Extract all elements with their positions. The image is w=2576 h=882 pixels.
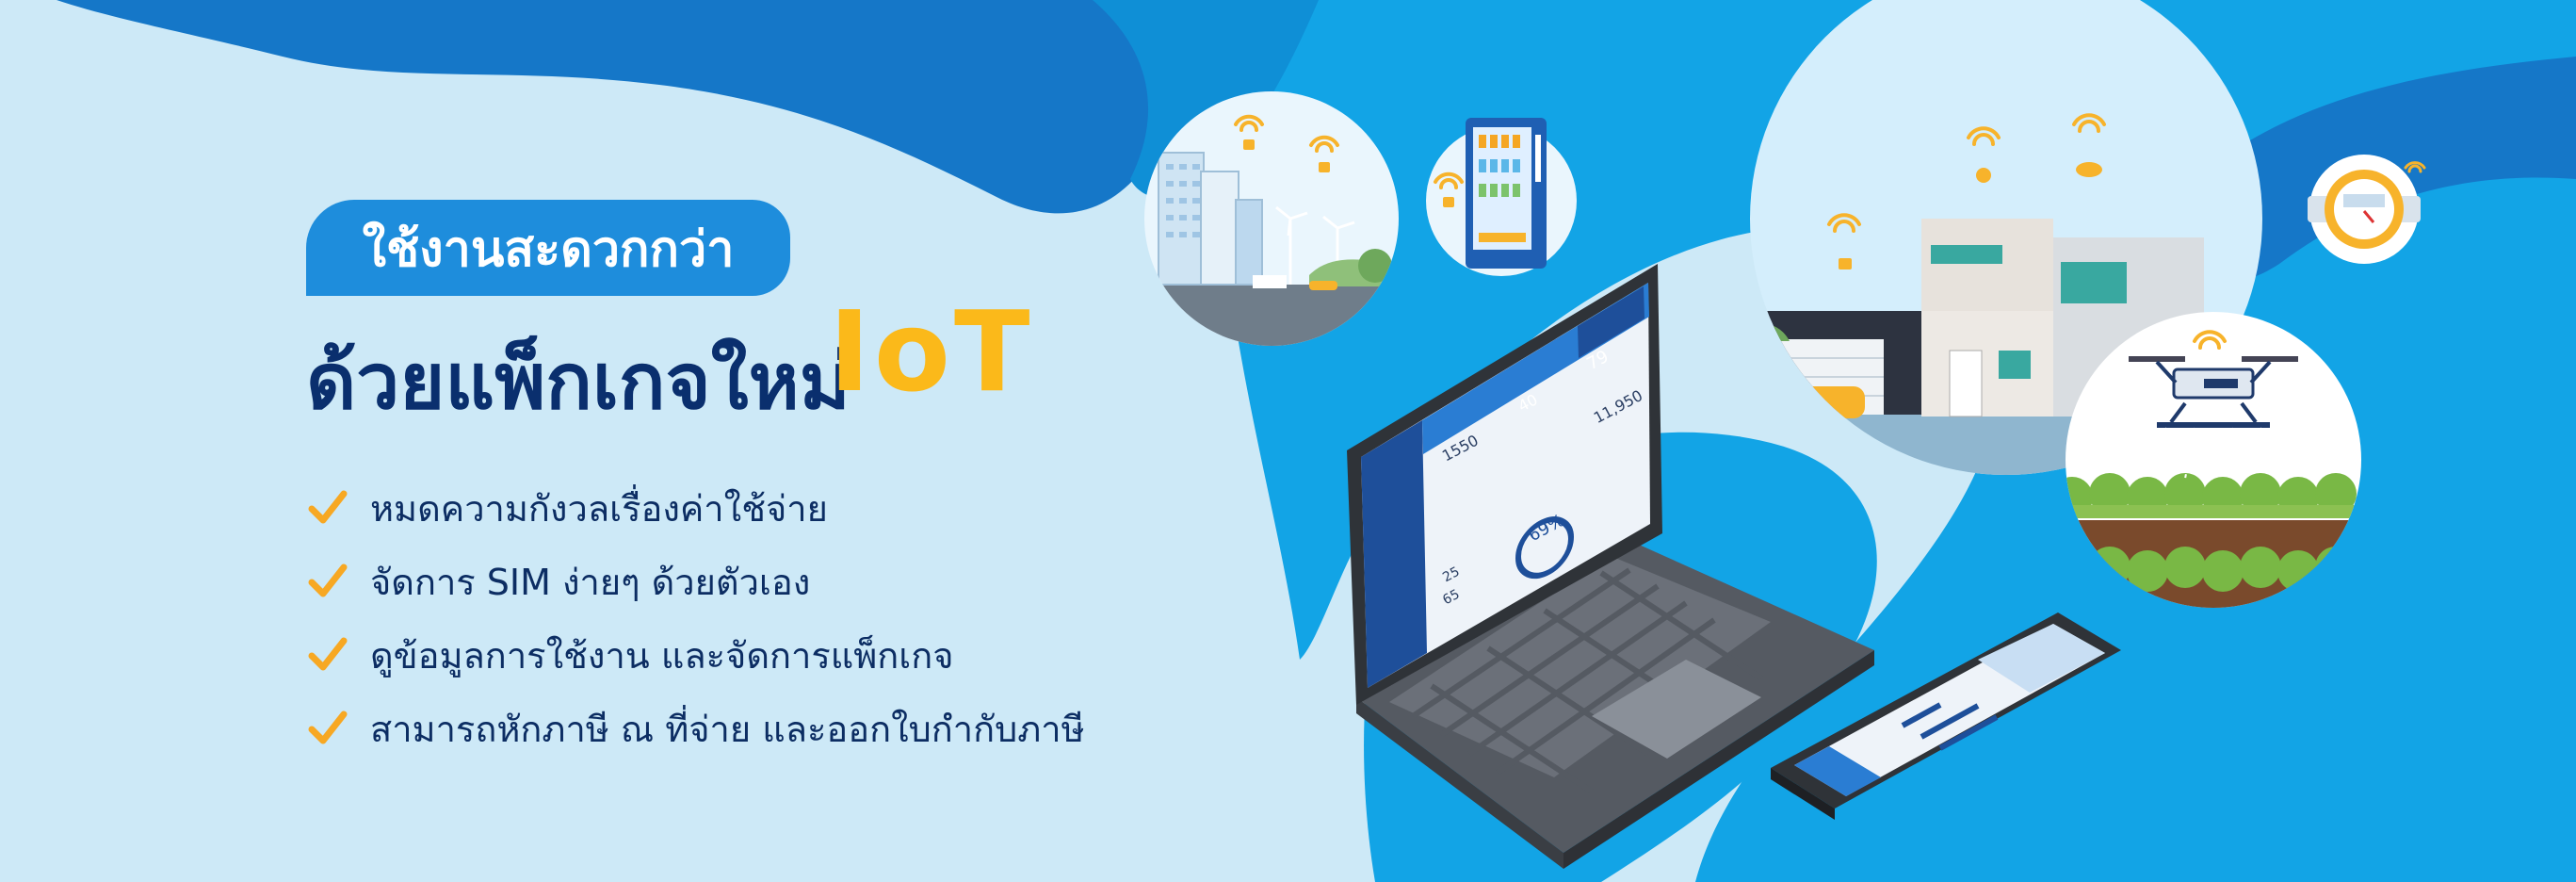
- feature-item: จัดการ SIM ง่ายๆ ด้วยตัวเอง: [306, 545, 1085, 618]
- feature-list: หมดความกังวลเรื่องค่าใช้จ่าย จัดการ SIM …: [306, 471, 1085, 765]
- check-icon: [308, 637, 348, 671]
- lock-icon: [1319, 162, 1330, 172]
- lock-icon: [1443, 197, 1454, 207]
- feature-text: สามารถหักภาษี ณ ที่จ่าย และออกใบกำกับภาษ…: [370, 708, 1085, 750]
- headline: ด้วยแพ็กเกจใหม่: [306, 337, 851, 427]
- lock-icon: [1243, 139, 1255, 150]
- feature-item: ดูข้อมูลการใช้งาน และจัดการแพ็กเกจ: [306, 618, 1085, 692]
- feature-item: สามารถหักภาษี ณ ที่จ่าย และออกใบกำกับภาษ…: [306, 692, 1085, 765]
- feature-item: หมดความกังวลเรื่องค่าใช้จ่าย: [306, 471, 1085, 545]
- cloud-icon: [2076, 162, 2102, 177]
- feature-text: จัดการ SIM ง่ายๆ ด้วยตัวเอง: [370, 561, 811, 603]
- iot-logo: IoT: [829, 286, 1034, 416]
- sun-icon: [1976, 168, 1991, 183]
- check-icon: [308, 564, 348, 597]
- check-icon: [308, 710, 348, 744]
- iot-package-banner: 79 40 1550 11,950 69% 25 65 ใช้งานสะดวกก…: [0, 0, 2576, 882]
- check-icon: [308, 490, 348, 524]
- feature-text: หมดความกังวลเรื่องค่าใช้จ่าย: [370, 487, 828, 530]
- feature-text: ดูข้อมูลการใช้งาน และจัดการแพ็กเกจ: [370, 634, 954, 677]
- lock-icon: [1839, 258, 1852, 270]
- subtitle-pill: ใช้งานสะดวกกว่า: [306, 200, 790, 296]
